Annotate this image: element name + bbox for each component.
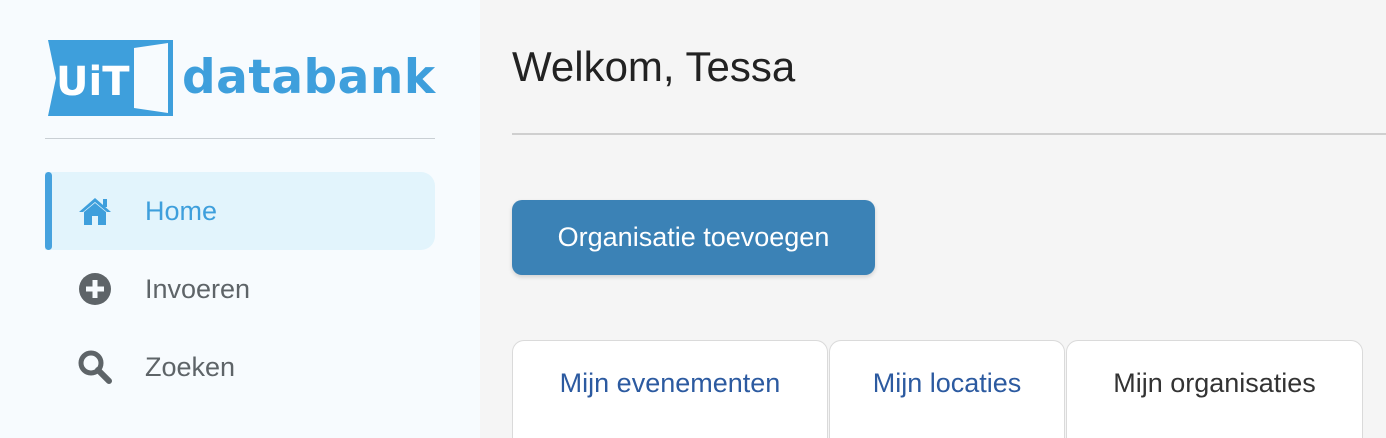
logo-badge-text: UiT — [56, 59, 130, 105]
page-title: Welkom, Tessa — [512, 43, 796, 90]
home-icon — [77, 193, 113, 229]
sidebar-item-label: Home — [145, 195, 218, 226]
header-divider — [512, 133, 1386, 135]
logo-wordmark: databank — [182, 50, 436, 105]
add-organization-button[interactable]: Organisatie toevoegen — [512, 200, 875, 275]
sidebar-item-zoeken[interactable]: Zoeken — [45, 328, 435, 406]
sidebar-item-home[interactable]: Home — [45, 172, 435, 250]
tab-mijn-organisaties[interactable]: Mijn organisaties — [1066, 340, 1363, 438]
plus-circle-icon — [77, 271, 113, 307]
tab-mijn-evenementen[interactable]: Mijn evenementen — [512, 340, 828, 438]
search-icon — [77, 349, 113, 385]
sidebar-item-label: Invoeren — [145, 273, 251, 304]
sidebar-nav: Home Invoeren Zoeken — [45, 172, 435, 406]
tab-bar: Mijn evenementen Mijn locaties Mijn orga… — [512, 340, 1386, 438]
logo-divider — [45, 138, 435, 139]
sidebar-item-label: Zoeken — [145, 351, 236, 382]
uit-logo[interactable]: UiT — [48, 40, 173, 116]
sidebar-item-invoeren[interactable]: Invoeren — [45, 250, 435, 328]
sidebar: UiT databank Home Invoeren Zoeken — [0, 0, 480, 438]
tab-mijn-locaties[interactable]: Mijn locaties — [829, 340, 1065, 438]
